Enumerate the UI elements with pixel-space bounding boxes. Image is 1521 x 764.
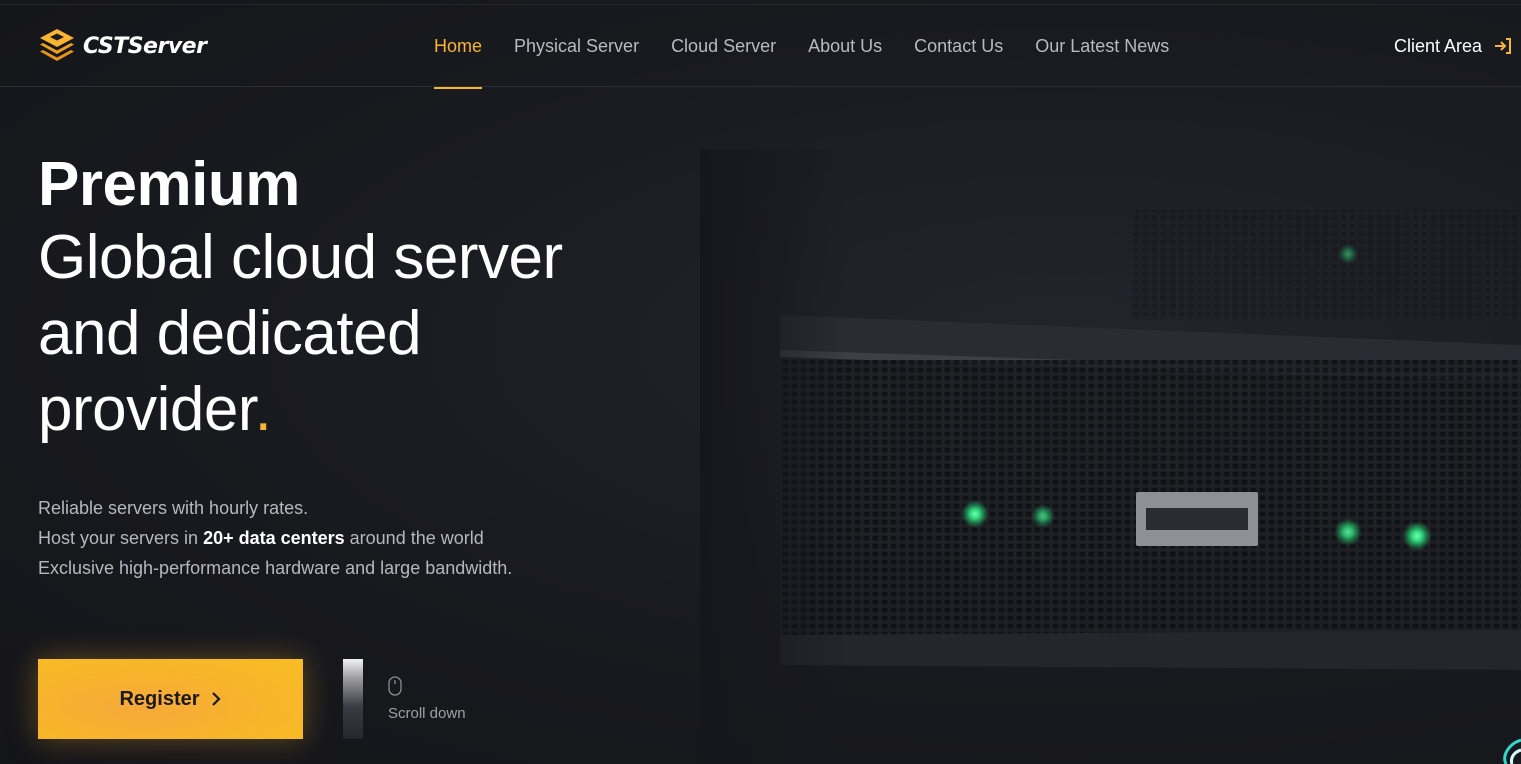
top-navbar: CSTServer Home Physical Server Cloud Ser… — [0, 4, 1521, 89]
description-datacenters-highlight: 20+ data centers — [203, 528, 345, 548]
hero-title-line-3-text: provider — [38, 375, 255, 444]
description-line-2-suffix: around the world — [344, 528, 484, 548]
client-area-link[interactable]: Client Area — [1394, 31, 1512, 61]
description-line-3: Exclusive high-performance hardware and … — [38, 558, 513, 578]
nav-item-about-us[interactable]: About Us — [808, 5, 882, 88]
description-line-2: Host your servers in 20+ data centers ar… — [38, 523, 598, 553]
client-area-label: Client Area — [1394, 35, 1483, 56]
nav-item-contact-us[interactable]: Contact Us — [914, 5, 1003, 88]
hero-title-line-2: and dedicated — [38, 299, 422, 368]
nav-item-home[interactable]: Home — [434, 5, 483, 89]
server-illustration — [700, 150, 1521, 764]
chevron-right-icon — [211, 692, 221, 706]
description-line-2-prefix: Host your servers in — [38, 528, 204, 548]
register-button[interactable]: Register — [38, 659, 303, 739]
hero-heading: Premium Global cloud server and dedicate… — [38, 150, 678, 448]
main-nav: Home Physical Server Cloud Server About … — [434, 5, 1201, 89]
hero-title-line-1: Global cloud server — [38, 223, 563, 292]
hero-title-bold: Premium — [38, 150, 300, 219]
scroll-down-label[interactable]: Scroll down — [388, 705, 466, 722]
register-button-label: Register — [119, 687, 200, 710]
login-arrow-icon — [1495, 38, 1512, 54]
hero-description: Reliable servers with hourly rates. Host… — [38, 493, 598, 583]
hero-title-dot: . — [254, 375, 272, 444]
page: CSTServer Home Physical Server Cloud Ser… — [0, 0, 1521, 764]
brand-logo[interactable]: CSTServer — [38, 26, 207, 66]
hero-title-line-3: provider. — [38, 372, 678, 448]
nav-item-physical-server[interactable]: Physical Server — [514, 5, 639, 88]
mouse-icon[interactable] — [388, 676, 402, 696]
nav-item-latest-news[interactable]: Our Latest News — [1035, 5, 1169, 88]
chat-widget-icon[interactable] — [1498, 728, 1521, 764]
brand-name: CSTServer — [83, 33, 207, 59]
layered-diamond-logo-icon — [40, 29, 74, 61]
description-line-1: Reliable servers with hourly rates. — [38, 498, 309, 518]
scroll-progress-bar — [343, 659, 363, 739]
nav-item-cloud-server[interactable]: Cloud Server — [671, 5, 776, 88]
